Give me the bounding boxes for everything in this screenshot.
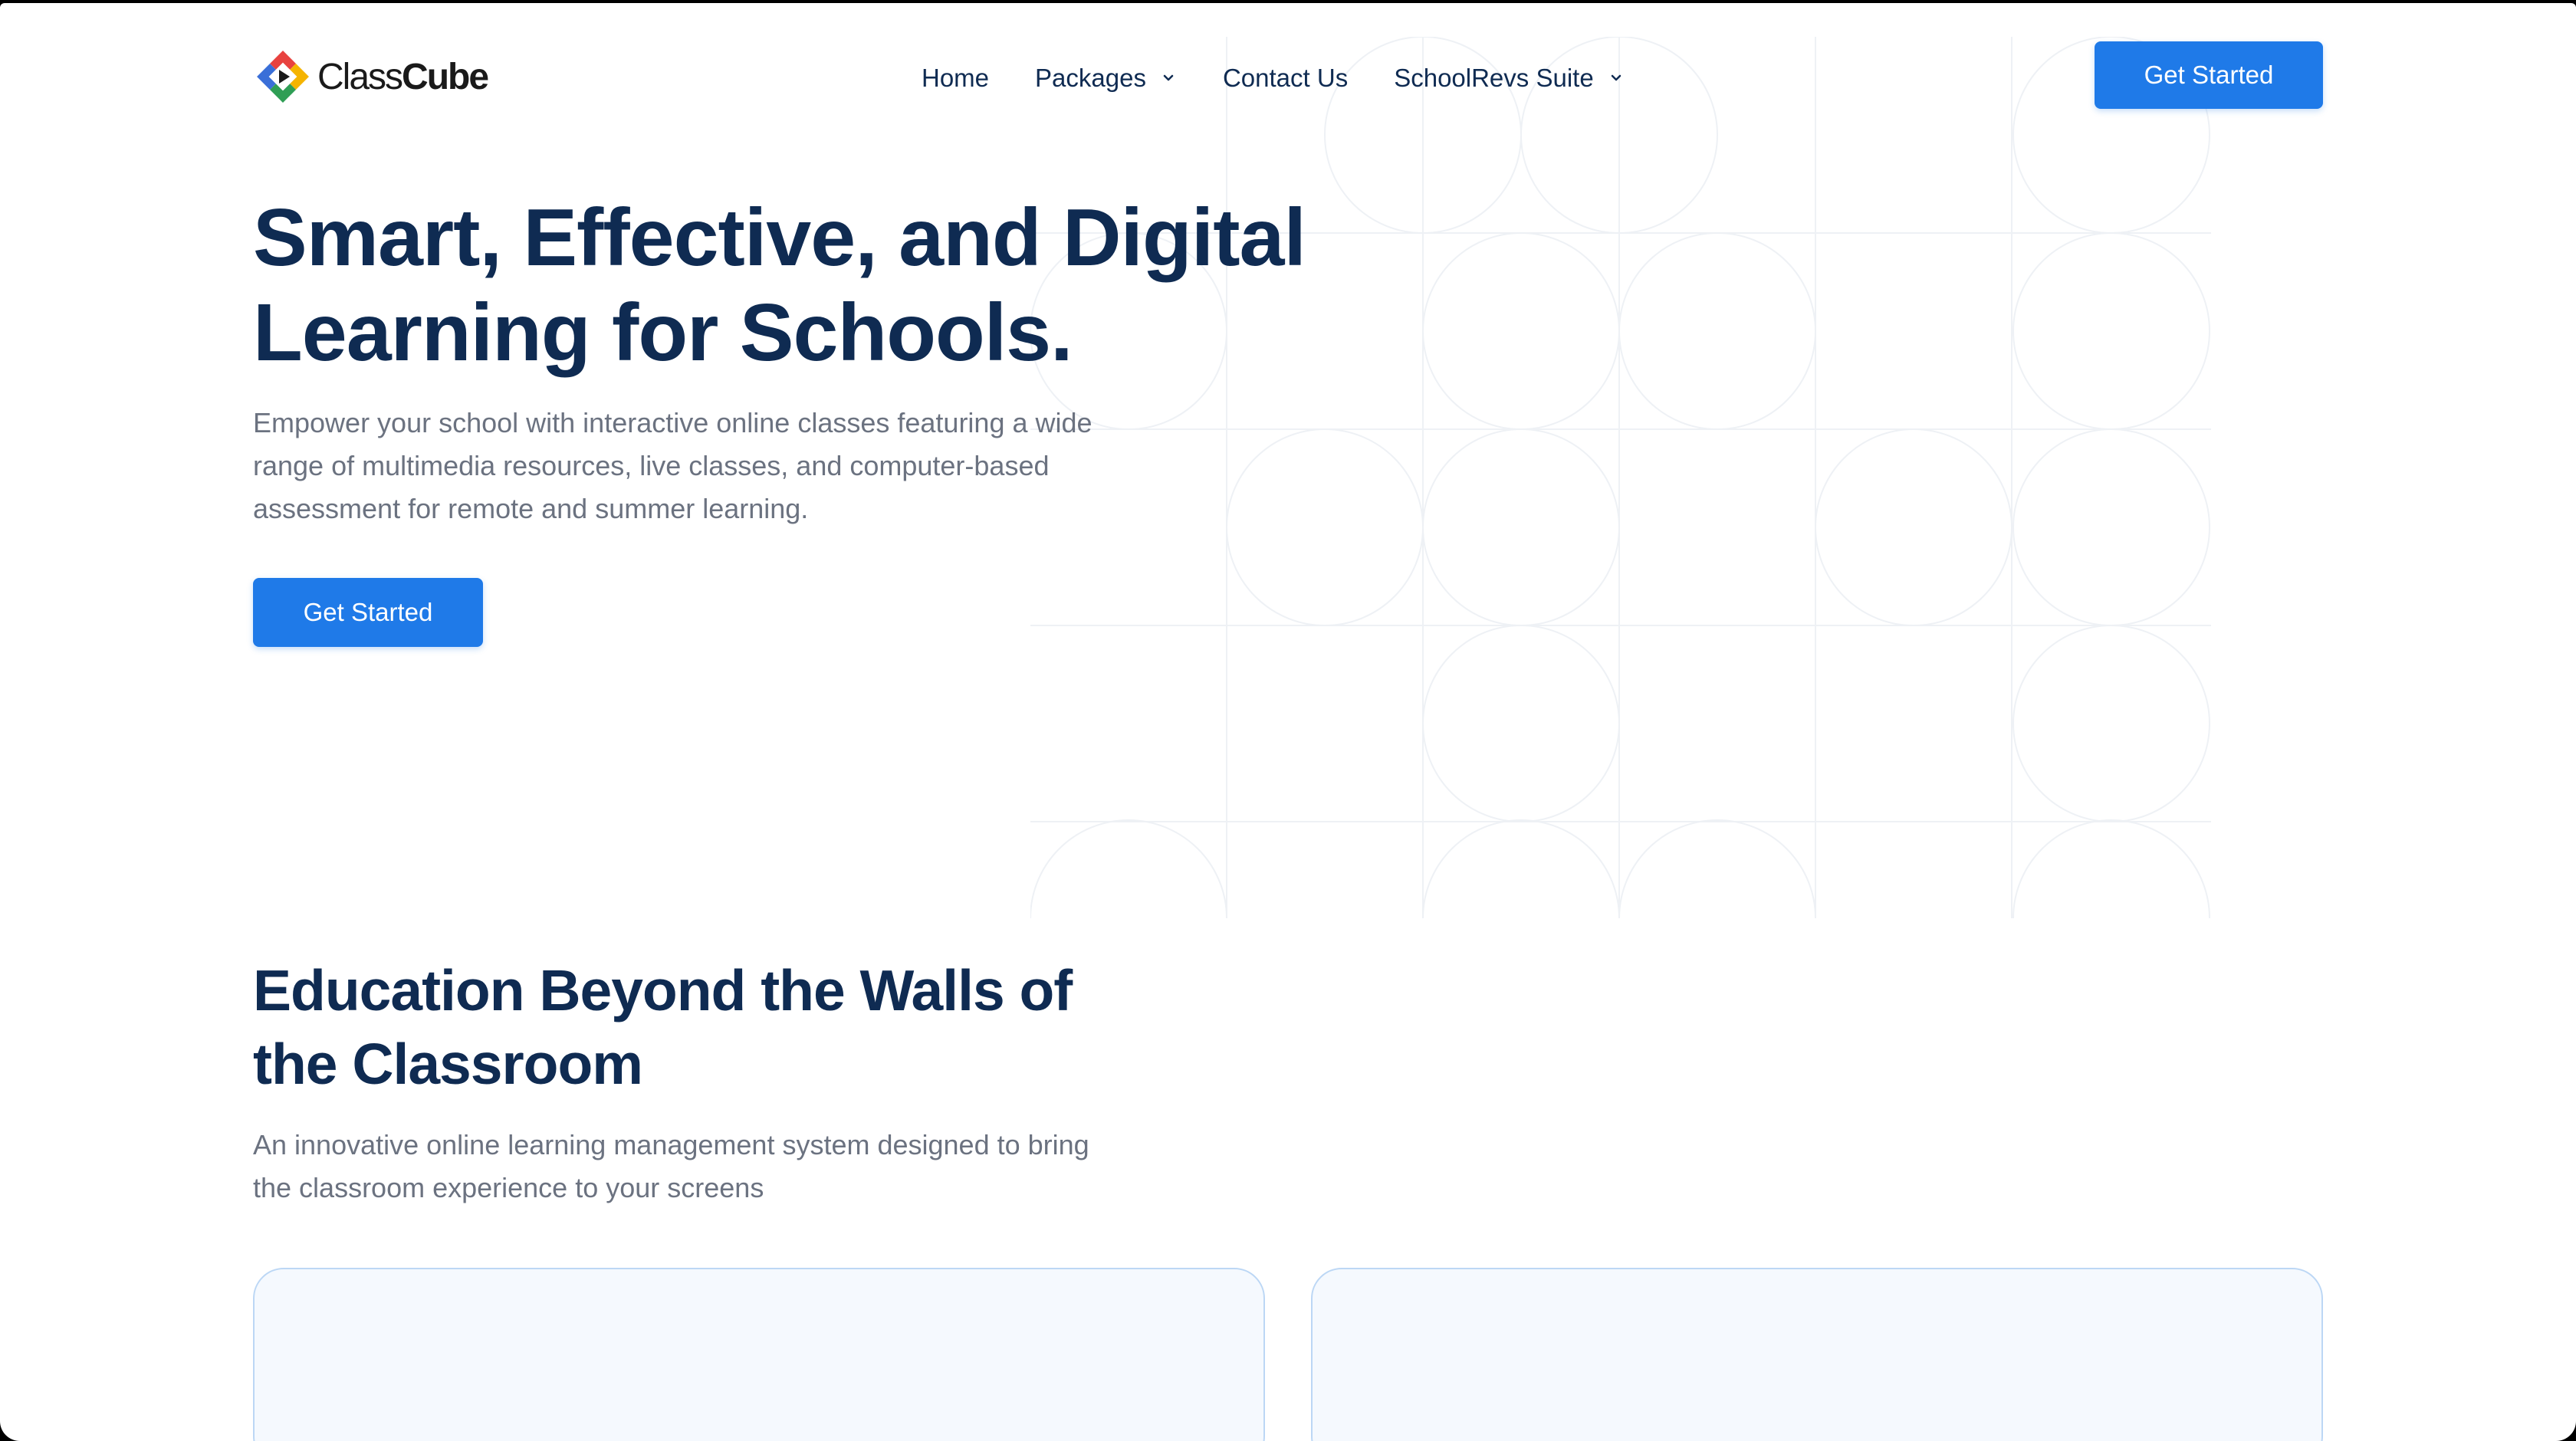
browser-viewport: ClassCube Home Packages Contact Us Schoo… (0, 3, 2576, 1441)
section-title: Education Beyond the Walls of the Classr… (253, 954, 1173, 1101)
nav-item-label: SchoolRevs Suite (1394, 64, 1594, 92)
hero-title-line-2: Learning for Schools. (253, 287, 1073, 378)
section-title-line-2: the Classroom (253, 1032, 643, 1096)
top-navigation: ClassCube Home Packages Contact Us Schoo… (253, 41, 2323, 112)
section-title-line-1: Education Beyond the Walls of (253, 958, 1073, 1022)
chevron-down-icon (1163, 74, 1174, 81)
hero-subtitle: Empower your school with interactive onl… (253, 407, 1092, 524)
nav-item-home[interactable]: Home (922, 64, 989, 93)
hero-title: Smart, Effective, and Digital Learning f… (253, 190, 1403, 380)
brand-logo[interactable]: ClassCube (253, 48, 489, 106)
hero-title-line-1: Smart, Effective, and Digital (253, 192, 1306, 283)
nav-item-label: Contact Us (1222, 64, 1349, 92)
nav-menu: Home Packages Contact Us SchoolRevs Suit… (922, 58, 1671, 98)
nav-item-packages[interactable]: Packages (1035, 64, 1177, 93)
classcube-logo-icon (257, 51, 309, 103)
feature-card (253, 1268, 1265, 1441)
hero-get-started-button[interactable]: Get Started (253, 578, 483, 647)
feature-card (1311, 1268, 2323, 1441)
nav-get-started-button[interactable]: Get Started (2095, 41, 2323, 109)
section-subtitle: An innovative online learning management… (253, 1129, 1089, 1203)
chevron-down-icon (1611, 74, 1621, 81)
nav-item-contact-us[interactable]: Contact Us (1223, 64, 1348, 93)
background-pattern (1030, 37, 2211, 918)
brand-name: ClassCube (317, 56, 489, 97)
nav-item-schoolrevs-suite[interactable]: SchoolRevs Suite (1394, 64, 1624, 93)
nav-item-label: Packages (1035, 64, 1146, 92)
nav-item-label: Home (922, 64, 990, 92)
